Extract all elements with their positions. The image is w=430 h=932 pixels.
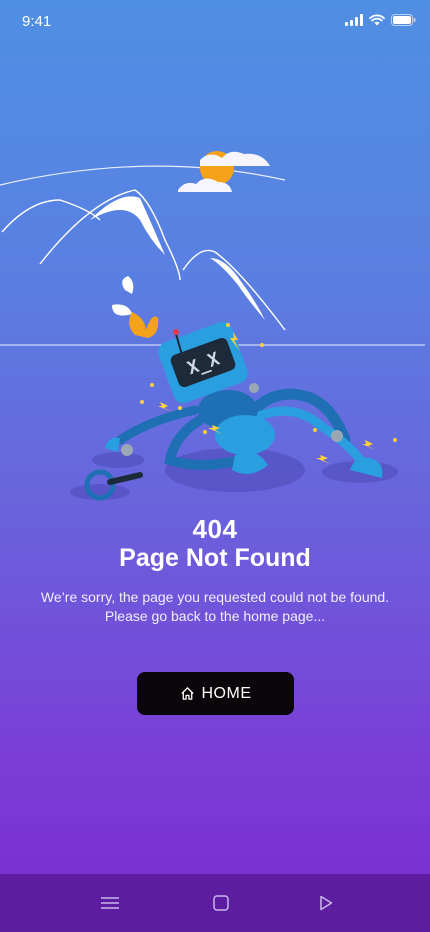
nav-back-button[interactable] bbox=[314, 893, 338, 913]
system-nav-bar bbox=[0, 874, 430, 932]
status-time: 9:41 bbox=[22, 13, 52, 30]
status-icons bbox=[345, 14, 416, 26]
home-button[interactable]: HOME bbox=[137, 672, 294, 715]
nav-menu-button[interactable] bbox=[98, 893, 122, 913]
square-icon bbox=[213, 895, 229, 911]
signal-icon bbox=[345, 14, 363, 26]
battery-icon bbox=[391, 14, 416, 26]
wifi-icon bbox=[369, 14, 385, 26]
broken-robot-illustration: X_X bbox=[0, 151, 425, 501]
back-triangle-icon bbox=[320, 895, 333, 911]
home-button-label: HOME bbox=[201, 684, 252, 702]
error-title: Page Not Found bbox=[119, 544, 311, 572]
error-code: 404 bbox=[192, 514, 238, 544]
home-icon bbox=[180, 687, 194, 700]
status-bar: 9:41 bbox=[0, 0, 430, 44]
error-message: We’re sorry, the page you requested coul… bbox=[40, 589, 390, 624]
menu-icon bbox=[101, 897, 119, 909]
nav-home-button[interactable] bbox=[209, 893, 233, 913]
